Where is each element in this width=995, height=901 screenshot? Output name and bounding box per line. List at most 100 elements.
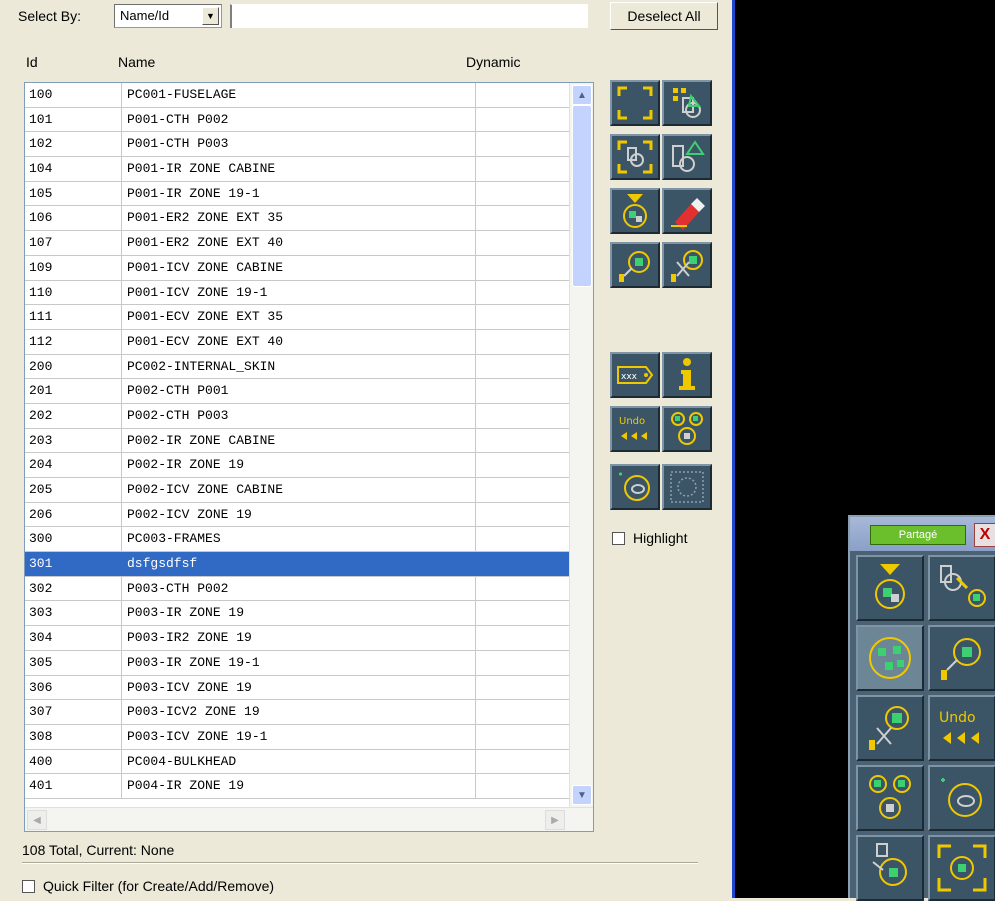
info-icon[interactable] — [662, 352, 712, 398]
select-by-dropdown[interactable]: Name/Id ▼ — [114, 4, 222, 28]
palette-group-members-icon[interactable] — [856, 625, 924, 691]
column-separator — [475, 428, 476, 453]
merge-groups-icon[interactable] — [662, 406, 712, 452]
row-id: 111 — [29, 309, 53, 325]
palette-title-bar[interactable]: Partagé X — [850, 517, 995, 551]
table-row[interactable]: 400 PC004-BULKHEAD — [25, 749, 569, 775]
table-row[interactable]: 305 P003-IR ZONE 19-1 — [25, 650, 569, 676]
table-row[interactable]: 201 P002-CTH P001 — [25, 379, 569, 404]
erase-icon[interactable] — [662, 188, 712, 234]
quick-filter-checkbox-box[interactable] — [22, 879, 35, 893]
row-id: 308 — [29, 728, 53, 744]
close-icon[interactable]: X — [974, 523, 995, 547]
tag-label-text: xxx — [621, 372, 638, 382]
add-to-group-icon[interactable] — [610, 188, 660, 234]
table-row[interactable]: 303 P003-IR ZONE 19 — [25, 601, 569, 627]
row-id: 107 — [29, 235, 53, 251]
table-row[interactable]: 206 P002-ICV ZONE 19 — [25, 502, 569, 528]
chevron-down-icon[interactable]: ▼ — [202, 7, 219, 25]
table-row[interactable]: 202 P002-CTH P003 — [25, 403, 569, 429]
palette-remove-from-group-icon[interactable] — [856, 695, 924, 761]
palette-merge-groups-icon[interactable] — [856, 765, 924, 831]
row-id: 303 — [29, 605, 53, 621]
table-row[interactable]: 302 P003-CTH P002 — [25, 576, 569, 602]
column-separator — [475, 749, 476, 774]
quick-filter-checkbox[interactable]: Quick Filter (for Create/Add/Remove) — [22, 878, 274, 894]
table-row[interactable]: 107 P001-ER2 ZONE EXT 40 — [25, 231, 569, 256]
filter-input[interactable] — [230, 4, 588, 28]
table-row[interactable]: 101 P001-CTH P002 — [25, 107, 569, 133]
column-separator — [475, 774, 476, 798]
table-row[interactable]: 110 P001-ICV ZONE 19-1 — [25, 280, 569, 306]
table-row[interactable]: 104 P001-IR ZONE CABINE — [25, 157, 569, 182]
table-row[interactable]: 401 P004-IR ZONE 19 — [25, 774, 569, 799]
row-name: P001-ER2 ZONE EXT 35 — [127, 210, 284, 226]
row-name: P002-IR ZONE CABINE — [127, 432, 276, 448]
undo-icon[interactable]: Undo — [610, 406, 660, 452]
table-row[interactable]: 109 P001-ICV ZONE CABINE — [25, 255, 569, 281]
column-separator — [475, 650, 476, 675]
palette-select-ellipse-icon[interactable] — [928, 765, 995, 831]
table-row[interactable]: 112 P001-ECV ZONE EXT 40 — [25, 329, 569, 355]
shape-types-icon[interactable] — [662, 134, 712, 180]
palette-move-to-group-icon[interactable] — [928, 555, 995, 621]
table-row[interactable]: 308 P003-ICV ZONE 19-1 — [25, 724, 569, 750]
column-separator — [121, 626, 122, 650]
select-inside-frame-icon[interactable] — [610, 134, 660, 180]
row-id: 102 — [29, 136, 53, 152]
select-shapes-icon[interactable] — [662, 80, 712, 126]
select-ellipse-icon[interactable] — [610, 464, 660, 510]
floating-tool-palette[interactable]: Partagé X Undo — [848, 515, 995, 901]
scroll-up-icon[interactable]: ▲ — [572, 85, 592, 105]
scroll-down-icon[interactable]: ▼ — [572, 785, 592, 805]
scroll-left-icon[interactable]: ◀ — [27, 810, 47, 830]
table-row[interactable]: 307 P003-ICV2 ZONE 19 — [25, 700, 569, 725]
highlight-checkbox[interactable]: Highlight — [612, 530, 687, 546]
table-row[interactable]: 105 P001-IR ZONE 19-1 — [25, 181, 569, 207]
tag-label-icon[interactable]: xxx — [610, 352, 660, 398]
column-separator — [121, 206, 122, 231]
column-separator — [121, 576, 122, 601]
palette-add-to-group-icon[interactable] — [856, 555, 924, 621]
table-row[interactable]: 100 PC001-FUSELAGE — [25, 83, 569, 108]
row-id: 109 — [29, 259, 53, 275]
dotted-select-icon[interactable] — [662, 464, 712, 510]
palette-select-by-pick-icon[interactable] — [928, 625, 995, 691]
table-row[interactable]: 304 P003-IR2 ZONE 19 — [25, 626, 569, 651]
column-separator — [475, 157, 476, 181]
column-separator — [475, 83, 476, 107]
horizontal-scrollbar[interactable]: ◀ ▶ — [25, 807, 593, 831]
table-row[interactable]: 300 PC003-FRAMES — [25, 527, 569, 553]
deselect-all-button[interactable]: Deselect All — [610, 2, 718, 30]
table-row[interactable]: 102 P001-CTH P003 — [25, 132, 569, 158]
table-row[interactable]: 301 dsfgsdfsf — [25, 552, 569, 577]
scroll-right-icon[interactable]: ▶ — [545, 810, 565, 830]
table-row[interactable]: 205 P002-ICV ZONE CABINE — [25, 478, 569, 503]
table-row[interactable]: 200 PC002-INTERNAL_SKIN — [25, 354, 569, 380]
remove-from-group-icon[interactable] — [662, 242, 712, 288]
groups-list[interactable]: 100 PC001-FUSELAGE 101 P001-CTH P002 102 P001… — [24, 82, 594, 832]
palette-select-inside-frame-icon[interactable] — [928, 835, 995, 901]
table-row[interactable]: 106 P001-ER2 ZONE EXT 35 — [25, 206, 569, 232]
select-by-pick-icon[interactable] — [610, 242, 660, 288]
row-id: 400 — [29, 753, 53, 769]
table-row[interactable]: 204 P002-IR ZONE 19 — [25, 453, 569, 478]
highlight-checkbox-box[interactable] — [612, 531, 625, 545]
column-header-id[interactable]: Id — [26, 54, 38, 70]
column-header-dynamic[interactable]: Dynamic — [466, 54, 520, 70]
row-name: P002-IR ZONE 19 — [127, 457, 245, 473]
row-id: 201 — [29, 383, 53, 399]
palette-undo-icon[interactable]: Undo — [928, 695, 995, 761]
select-all-frame-icon[interactable] — [610, 80, 660, 126]
table-row[interactable]: 203 P002-IR ZONE CABINE — [25, 428, 569, 454]
column-separator — [121, 231, 122, 255]
table-row[interactable]: 111 P001-ECV ZONE EXT 35 — [25, 305, 569, 330]
palette-pick-add-icon[interactable] — [856, 835, 924, 901]
table-row[interactable]: 306 P003-ICV ZONE 19 — [25, 675, 569, 701]
row-name: P001-ICV ZONE 19-1 — [127, 284, 268, 300]
row-id: 112 — [29, 333, 53, 349]
column-header-name[interactable]: Name — [118, 54, 155, 70]
vertical-scrollbar[interactable]: ▲ ▼ — [569, 83, 593, 807]
row-name: PC003-FRAMES — [127, 531, 221, 547]
scrollbar-thumb[interactable] — [572, 105, 592, 287]
